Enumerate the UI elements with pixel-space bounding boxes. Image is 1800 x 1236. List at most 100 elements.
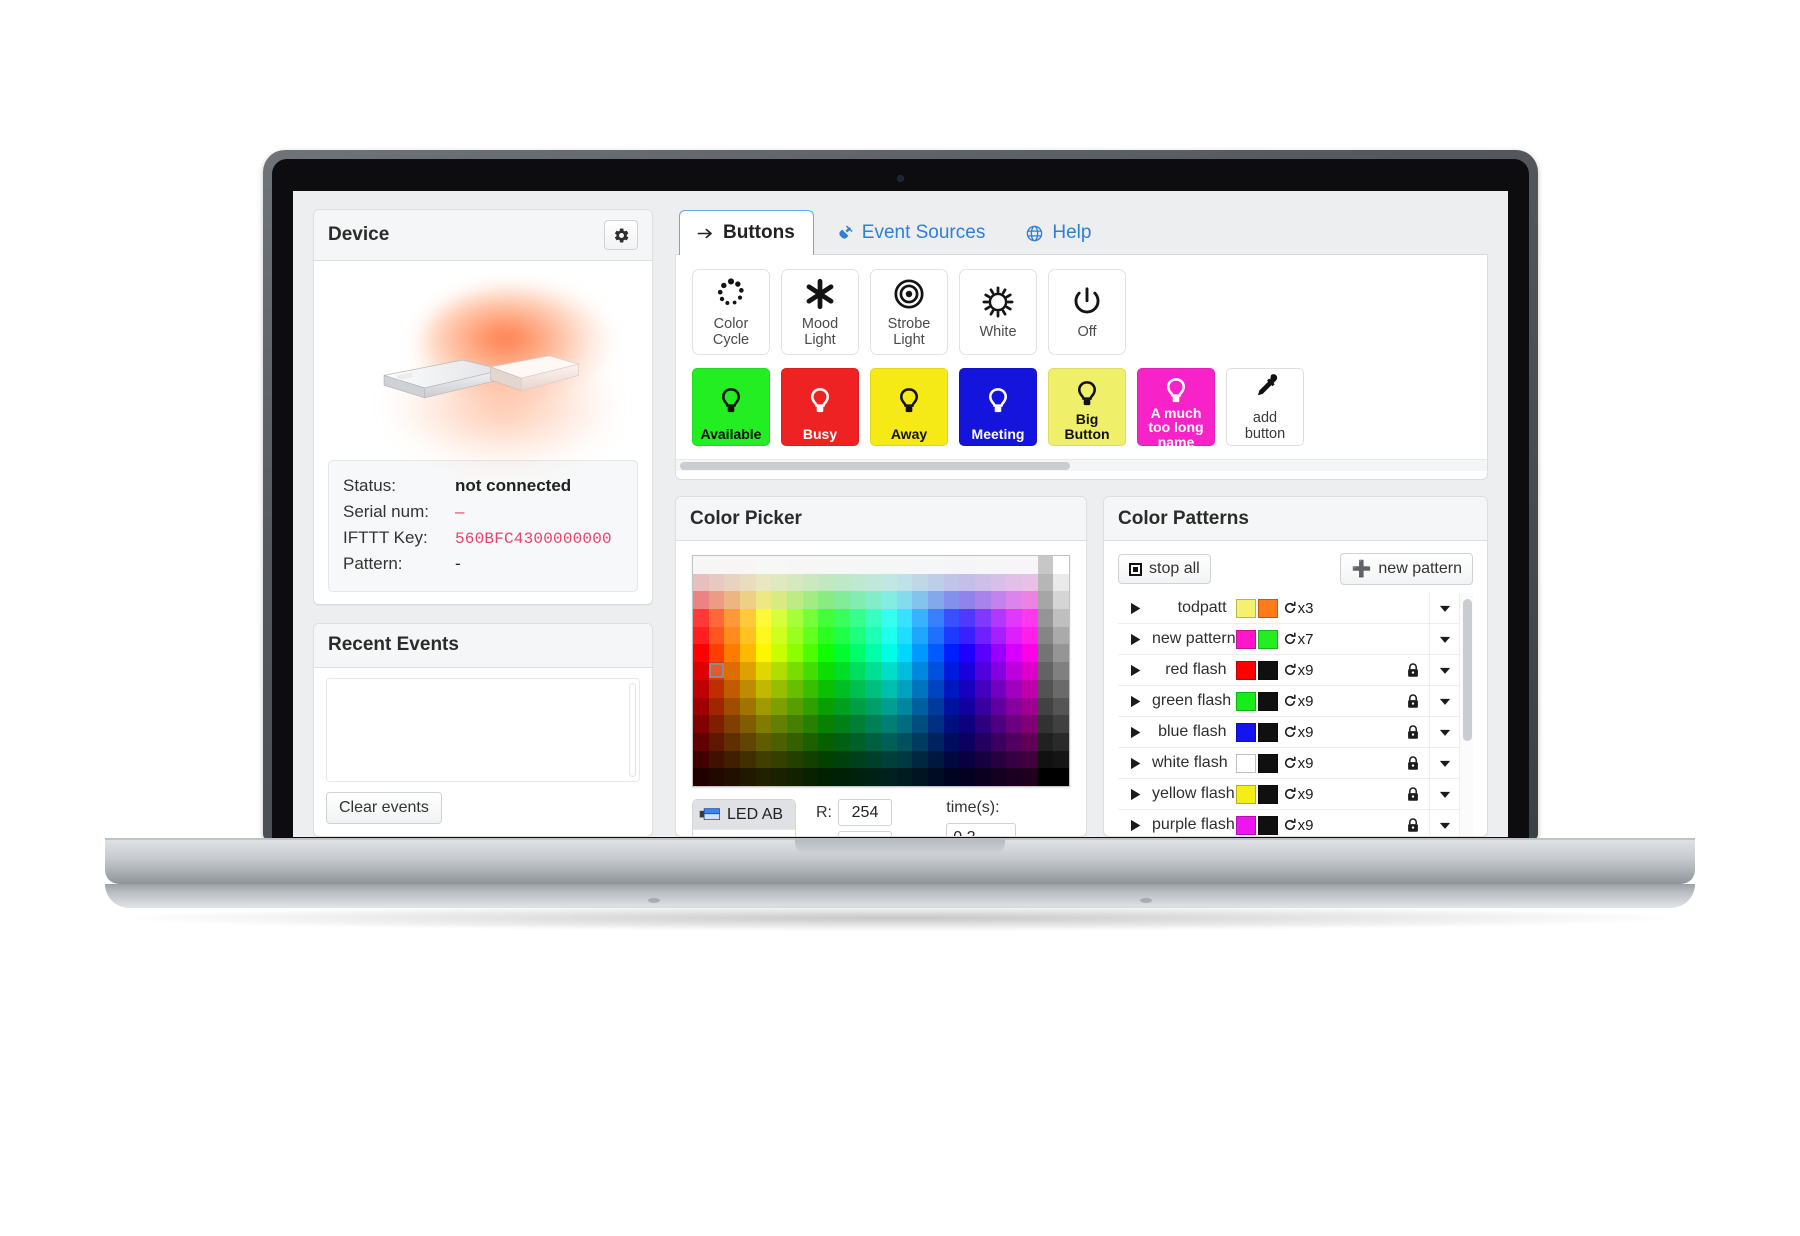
color-swatch[interactable] (740, 768, 756, 786)
color-swatch[interactable] (708, 626, 725, 645)
color-swatch[interactable] (693, 591, 709, 610)
color-swatch[interactable] (1006, 573, 1022, 592)
color-swatch[interactable] (724, 679, 740, 698)
color-swatch[interactable] (912, 697, 928, 716)
color-swatch[interactable] (896, 732, 913, 751)
color-swatch[interactable] (1053, 573, 1069, 592)
color-swatch[interactable] (896, 626, 913, 645)
pattern-color-chip[interactable] (1235, 629, 1256, 649)
color-swatch[interactable] (834, 715, 850, 733)
color-swatch[interactable] (818, 732, 834, 751)
patterns-scrollbar-thumb[interactable] (1463, 599, 1472, 741)
color-swatch[interactable] (1022, 626, 1038, 645)
color-swatch[interactable] (1037, 679, 1054, 698)
color-swatch[interactable] (912, 715, 928, 733)
color-swatch[interactable] (771, 662, 787, 680)
color-swatch[interactable] (802, 626, 819, 645)
color-swatch[interactable] (849, 679, 866, 698)
play-icon[interactable] (1118, 787, 1152, 802)
color-swatch[interactable] (959, 626, 975, 645)
color-swatch[interactable] (755, 626, 772, 645)
play-icon[interactable] (1118, 756, 1152, 771)
color-swatch[interactable] (771, 609, 787, 627)
color-swatch[interactable] (849, 556, 866, 574)
color-swatch[interactable] (990, 644, 1007, 663)
color-swatch[interactable] (724, 732, 740, 751)
color-swatch[interactable] (818, 609, 834, 627)
color-swatch[interactable] (990, 609, 1007, 627)
color-swatch[interactable] (881, 591, 897, 610)
color-swatch[interactable] (881, 750, 897, 769)
tab-help[interactable]: Help (1008, 210, 1110, 255)
color-swatch[interactable] (1037, 768, 1054, 786)
color-swatch[interactable] (787, 715, 803, 733)
tab-event-sources[interactable]: Event Sources (818, 210, 1005, 255)
color-swatch[interactable] (834, 573, 850, 592)
pattern-row[interactable]: yellow flash x9 (1118, 779, 1459, 810)
color-swatch[interactable] (787, 644, 803, 663)
color-swatch[interactable] (802, 732, 819, 751)
color-swatch[interactable] (1022, 768, 1038, 786)
color-swatch[interactable] (755, 768, 772, 786)
color-swatch[interactable] (787, 573, 803, 592)
color-swatch[interactable] (865, 715, 881, 733)
events-scrollbar[interactable] (629, 682, 636, 777)
color-swatch[interactable] (959, 732, 975, 751)
color-swatch[interactable] (1006, 750, 1022, 769)
play-icon[interactable] (1118, 818, 1152, 833)
color-swatch[interactable] (787, 768, 803, 786)
color-swatch[interactable] (693, 662, 709, 680)
color-swatch[interactable] (1006, 556, 1022, 574)
color-swatch[interactable] (740, 679, 756, 698)
color-swatch[interactable] (818, 750, 834, 769)
g-input[interactable] (838, 831, 892, 836)
color-swatch[interactable] (724, 626, 740, 645)
color-swatch[interactable] (896, 609, 913, 627)
color-swatch[interactable] (928, 662, 944, 680)
color-swatch[interactable] (755, 697, 772, 716)
color-swatch[interactable] (912, 768, 928, 786)
color-button-busy[interactable]: Busy (781, 368, 859, 446)
color-swatch[interactable] (975, 697, 991, 716)
color-swatch[interactable] (928, 768, 944, 786)
chevron-down-icon[interactable] (1429, 655, 1459, 685)
color-swatch[interactable] (975, 609, 991, 627)
color-swatch[interactable] (928, 609, 944, 627)
color-swatch[interactable] (1006, 715, 1022, 733)
color-swatch[interactable] (1006, 697, 1022, 716)
pattern-row[interactable]: purple flash x9 (1118, 810, 1459, 836)
color-swatch[interactable] (928, 626, 944, 645)
color-swatch[interactable] (1037, 662, 1054, 680)
color-swatch[interactable] (771, 750, 787, 769)
color-swatch[interactable] (975, 768, 991, 786)
color-swatch[interactable] (865, 556, 881, 574)
color-swatch[interactable] (818, 644, 834, 663)
color-swatch[interactable] (990, 573, 1007, 592)
color-swatch[interactable] (959, 609, 975, 627)
action-button-white[interactable]: White (959, 269, 1037, 355)
color-swatch[interactable] (881, 679, 897, 698)
color-swatch[interactable] (1053, 556, 1069, 574)
color-swatch[interactable] (740, 626, 756, 645)
color-swatch[interactable] (975, 679, 991, 698)
color-swatch[interactable] (787, 750, 803, 769)
color-swatch[interactable] (787, 697, 803, 716)
color-swatch[interactable] (912, 609, 928, 627)
color-swatch[interactable] (943, 626, 960, 645)
color-button-big[interactable]: Big Button (1048, 368, 1126, 446)
color-swatch[interactable] (708, 662, 725, 680)
color-swatch[interactable] (975, 750, 991, 769)
color-swatch[interactable] (834, 768, 850, 786)
color-swatch[interactable] (834, 609, 850, 627)
color-swatch[interactable] (1022, 750, 1038, 769)
color-swatch[interactable] (693, 732, 709, 751)
patterns-scrollbar[interactable] (1459, 593, 1473, 836)
color-swatch[interactable] (1037, 591, 1054, 610)
play-icon[interactable] (1118, 725, 1152, 740)
color-swatch[interactable] (1022, 662, 1038, 680)
pattern-row[interactable]: todpatt x3 (1118, 593, 1459, 624)
color-swatch[interactable] (787, 679, 803, 698)
color-swatch[interactable] (896, 591, 913, 610)
pattern-row[interactable]: white flash x9 (1118, 748, 1459, 779)
color-swatch[interactable] (708, 679, 725, 698)
